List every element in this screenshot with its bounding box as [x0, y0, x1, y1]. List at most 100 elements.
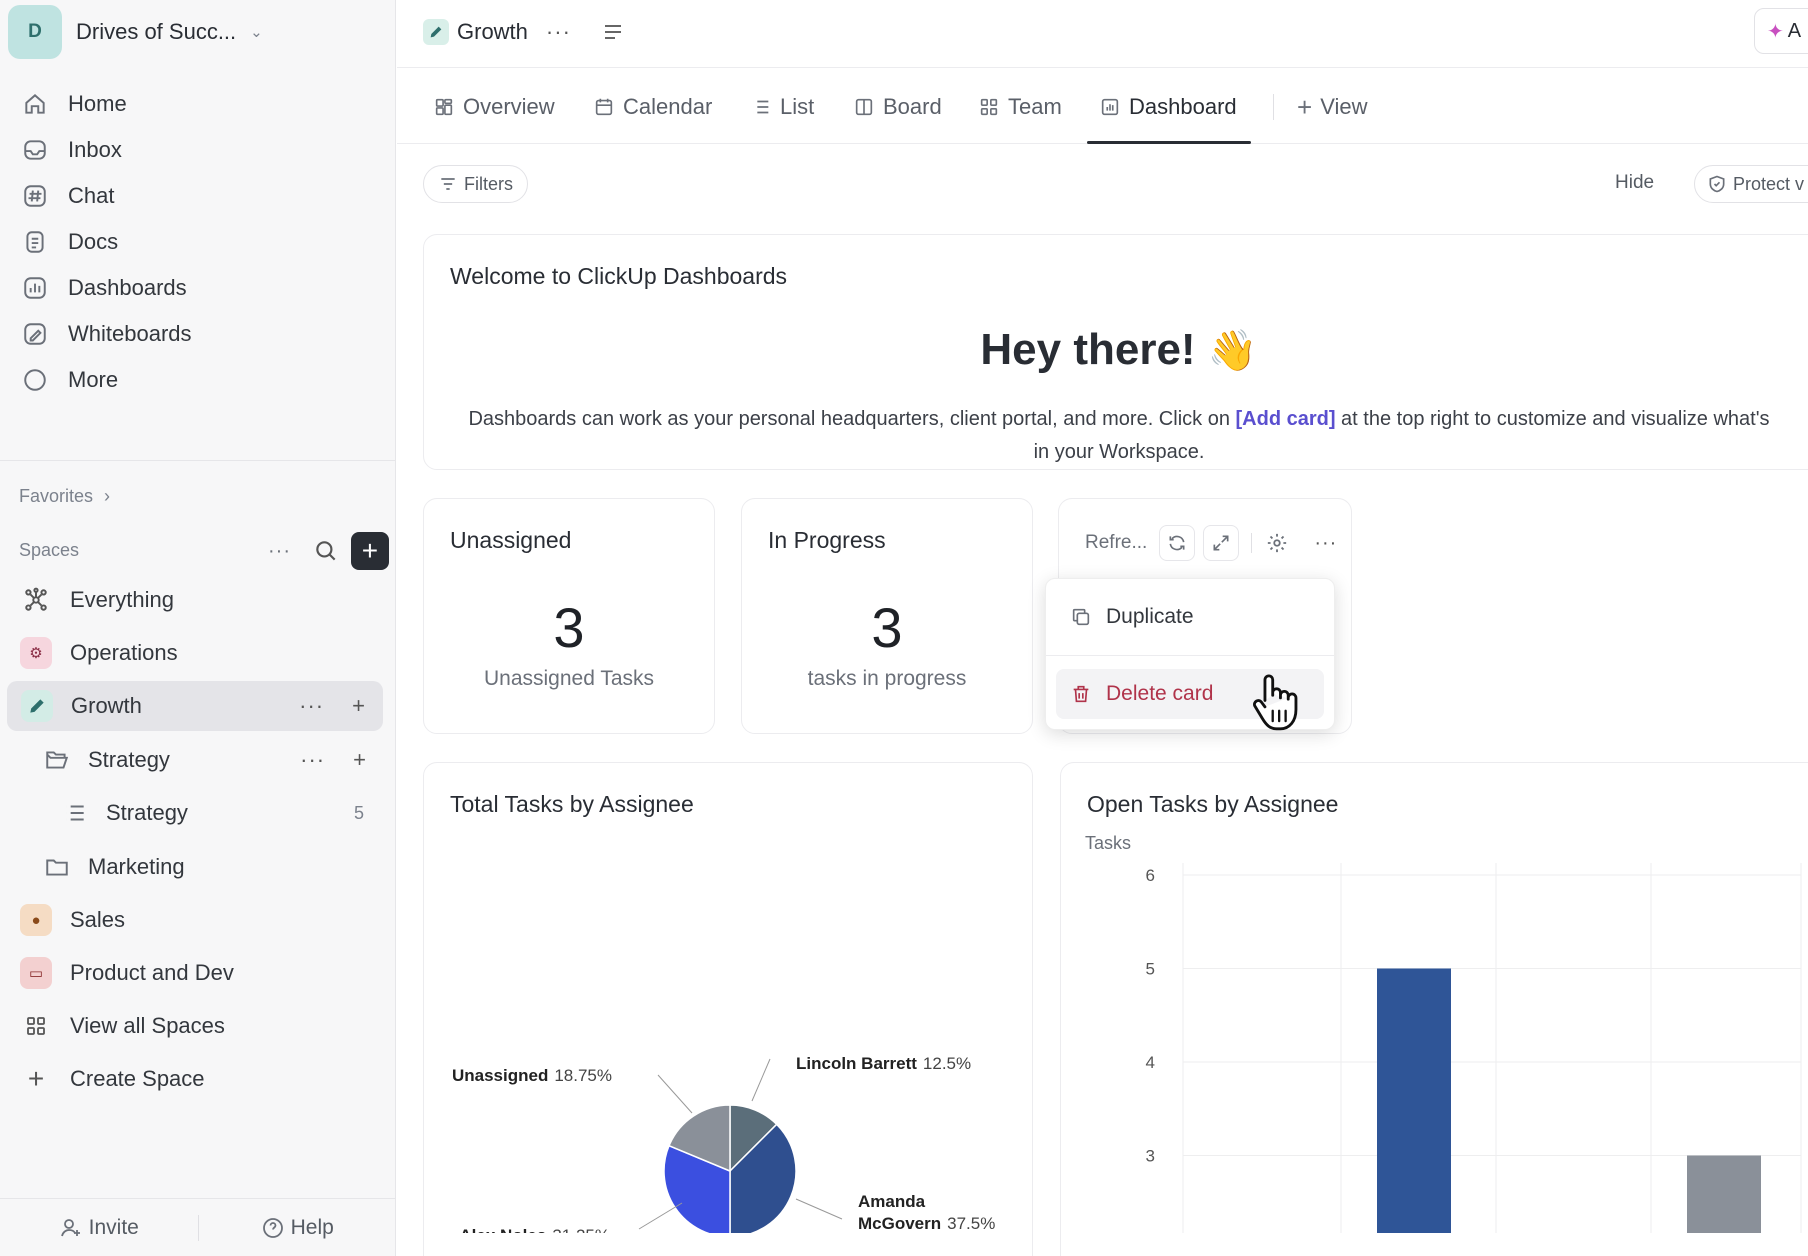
folder-add-icon[interactable]: +	[353, 747, 366, 773]
nav-item-whiteboards[interactable]: Whiteboards	[20, 314, 192, 354]
stat-label: Unassigned Tasks	[483, 667, 655, 690]
favorites-header[interactable]: Favorites ›	[19, 486, 110, 507]
folder-marketing[interactable]: Marketing	[44, 847, 185, 887]
divider	[0, 460, 396, 461]
hide-button[interactable]: Hide	[1615, 172, 1654, 194]
docs-icon	[20, 227, 50, 257]
plus-icon: +	[361, 535, 379, 566]
folder-more-icon[interactable]: ···	[300, 747, 325, 773]
pie-slice-percent: 12.5%	[923, 1054, 971, 1073]
list-strategy[interactable]: Strategy 5	[62, 793, 372, 833]
tab-overview[interactable]: Overview	[433, 90, 555, 124]
refresh-label: Refre...	[1085, 532, 1148, 553]
bar[interactable]	[1377, 968, 1451, 1234]
nav-item-home[interactable]: Home	[20, 84, 127, 124]
tab-list[interactable]: List	[750, 90, 814, 124]
total-tasks-card: Total Tasks by Assignee Lincoln Barrett 1…	[423, 762, 1033, 1256]
create-space[interactable]: + Create Space	[20, 1057, 205, 1101]
space-everything[interactable]: Everything	[20, 578, 174, 622]
overview-icon	[435, 98, 453, 116]
ai-label: A	[1787, 19, 1802, 42]
bar[interactable]	[1687, 1155, 1761, 1234]
protect-view-button[interactable]: Protect v	[1694, 165, 1808, 203]
view-all-spaces[interactable]: View all Spaces	[20, 1004, 225, 1048]
tab-label: List	[780, 94, 815, 119]
pie-slice-label: Amanda	[858, 1192, 926, 1211]
tab-label: Team	[1008, 94, 1062, 119]
expand-button[interactable]	[1203, 525, 1240, 561]
tab-board[interactable]: Board	[853, 90, 942, 124]
top-bar: Growth ··· ✦ A	[397, 0, 1808, 68]
divider	[1273, 94, 1274, 120]
space-more-icon[interactable]: ···	[299, 693, 324, 719]
y-tick-label: 4	[1146, 1053, 1155, 1072]
space-operations[interactable]: ⚙ Operations	[20, 631, 178, 675]
operations-icon: ⚙	[20, 637, 52, 669]
space-product-and-dev[interactable]: ▭ Product and Dev	[20, 951, 234, 995]
add-view-button[interactable]: + View	[1297, 90, 1367, 124]
refresh-button[interactable]	[1159, 525, 1196, 561]
space-label: Product and Dev	[70, 960, 234, 985]
lines-menu-icon[interactable]	[601, 20, 625, 44]
pie-leader-line	[795, 1198, 843, 1220]
home-icon	[20, 89, 50, 119]
settings-button[interactable]	[1266, 532, 1288, 554]
stat-label: tasks in progress	[807, 667, 967, 690]
unassigned-card[interactable]: Unassigned 3 Unassigned Tasks	[423, 498, 715, 734]
folder-label: Marketing	[88, 854, 185, 879]
nav-item-label: Dashboards	[68, 275, 187, 300]
spaces-more-icon[interactable]: ···	[268, 540, 291, 563]
board-icon	[855, 98, 873, 116]
workspace-switcher[interactable]: D Drives of Succ... ⌄	[8, 5, 263, 59]
task-count: 5	[353, 802, 364, 823]
help-label: Help	[290, 1215, 334, 1239]
nav-item-more[interactable]: More	[20, 360, 118, 400]
stat-value: 3	[553, 596, 585, 659]
invite-button[interactable]: Invite	[0, 1216, 198, 1240]
active-tab-indicator	[1087, 141, 1251, 144]
folder-open-icon	[46, 751, 69, 769]
space-growth[interactable]: Growth ··· +	[7, 681, 383, 731]
page-title: Growth	[457, 19, 528, 44]
space-sales[interactable]: ● Sales	[20, 898, 125, 942]
nav-item-label: Docs	[68, 229, 119, 254]
heading-text: Hey there!	[980, 325, 1196, 374]
nav-item-chat[interactable]: Chat	[20, 176, 114, 216]
space-label: View all Spaces	[70, 1013, 225, 1038]
nav-item-inbox[interactable]: Inbox	[20, 130, 122, 170]
divider	[1251, 533, 1253, 553]
y-tick-label: 5	[1146, 960, 1155, 979]
card-more-icon[interactable]: ···	[1314, 532, 1337, 555]
tab-calendar[interactable]: Calendar	[593, 90, 712, 124]
chevron-right-icon: ›	[104, 486, 111, 506]
filters-button[interactable]: Filters	[423, 165, 528, 203]
pencil-icon	[21, 690, 53, 722]
nav-item-dashboards[interactable]: Dashboards	[20, 268, 187, 308]
in-progress-card[interactable]: In Progress 3 tasks in progress	[741, 498, 1033, 734]
tab-dashboard[interactable]: Dashboard	[1099, 90, 1237, 124]
tab-team[interactable]: Team	[978, 90, 1062, 124]
ai-button[interactable]: ✦ A	[1754, 8, 1808, 54]
more-icon	[20, 365, 50, 395]
pie-slice-label: McGovern 37.5%	[858, 1214, 995, 1233]
help-button[interactable]: Help	[199, 1216, 397, 1240]
search-icon[interactable]	[313, 538, 339, 564]
card-title: In Progress	[768, 527, 886, 553]
workspace-avatar: D	[8, 5, 62, 59]
add-space-button[interactable]: +	[350, 532, 389, 570]
folder-strategy[interactable]: Strategy ··· +	[44, 740, 384, 780]
nav-item-docs[interactable]: Docs	[20, 222, 118, 262]
add-card-link[interactable]: [Add card]	[1236, 408, 1336, 430]
tab-label: Calendar	[623, 94, 713, 119]
calendar-icon	[595, 98, 613, 116]
pie-leader-line	[638, 1202, 683, 1230]
gear-icon	[1268, 533, 1287, 553]
duplicate-menu-item[interactable]: Duplicate	[1056, 592, 1324, 642]
title-more-icon[interactable]: ···	[546, 19, 571, 45]
pie-slice-percent: 18.75%	[554, 1066, 612, 1085]
sparkle-icon: ✦	[1767, 20, 1784, 43]
open-tasks-card: Open Tasks by Assignee Tasks 65432	[1060, 762, 1808, 1256]
space-add-icon[interactable]: +	[352, 693, 365, 719]
breadcrumb[interactable]: Growth ···	[423, 12, 625, 52]
protect-label: Protect v	[1733, 173, 1805, 194]
